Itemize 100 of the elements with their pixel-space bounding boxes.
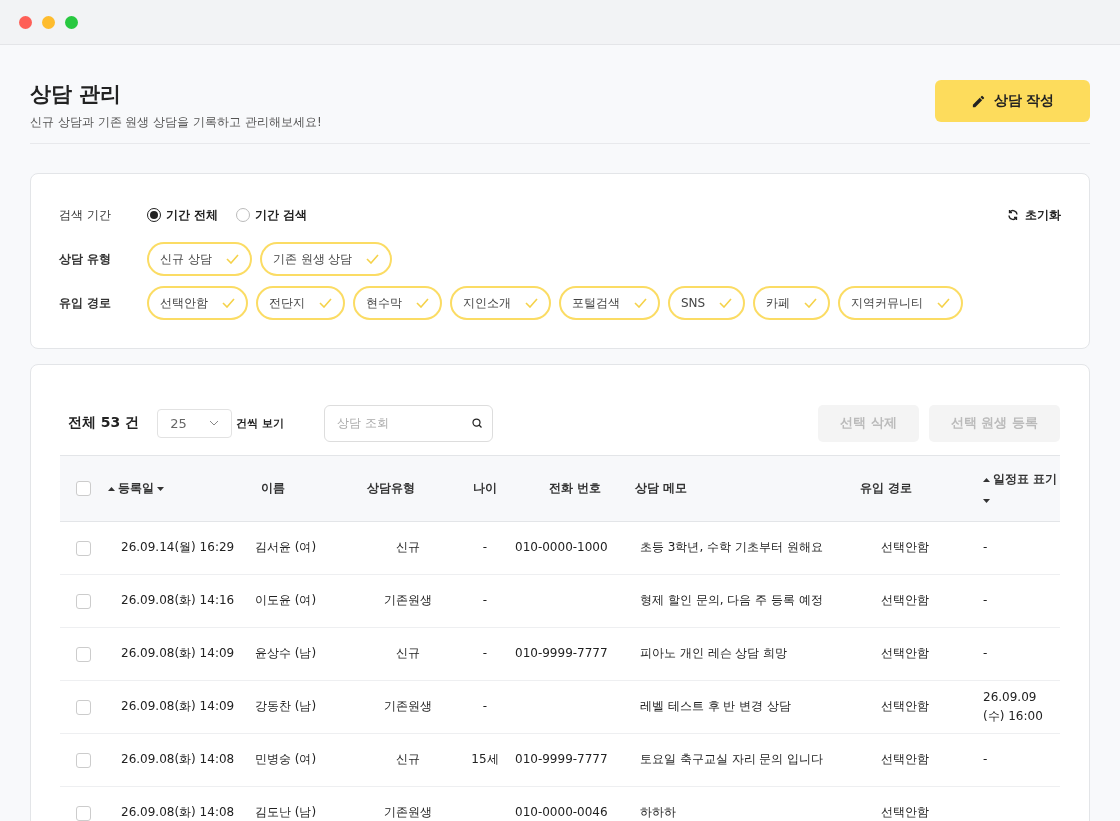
checkbox[interactable] (76, 805, 91, 821)
filter-chip[interactable]: 현수막 (353, 286, 442, 320)
search-field[interactable]: 상담 조회 (324, 404, 494, 442)
minimize-icon[interactable] (42, 15, 55, 29)
table-cell-text: 이도윤 (여) (254, 592, 317, 610)
check-icon (222, 298, 235, 308)
table-cell-text: - (482, 592, 488, 610)
filter-chip[interactable]: 전단지 (256, 286, 345, 320)
table-cell-text: 선택안함 (881, 645, 929, 663)
filter-chip[interactable]: 기존 원생 상담 (259, 242, 393, 276)
filter-label: 유입 경로 (59, 294, 113, 312)
table-cell-text: 기존원생 (383, 804, 432, 821)
table-cell-text: 010-0000-1000 (515, 539, 608, 557)
table-cell-text: 기존원생 (383, 698, 432, 716)
table-cell-text: 민병숭 (여) (254, 751, 317, 769)
radio-option[interactable]: 기간 전체 (147, 206, 219, 224)
check-icon (634, 298, 647, 308)
radio-label: 기간 검색 (255, 206, 308, 224)
check-icon (804, 298, 818, 308)
check-icon (225, 254, 239, 264)
sort-up-icon[interactable] (108, 486, 115, 491)
refresh-icon (1007, 209, 1019, 221)
table-cell-text: 26.09.08(화) 14:08 (120, 804, 235, 821)
column-header[interactable]: 일정표 표기 (993, 471, 1058, 488)
table-cell-text: - (982, 592, 988, 610)
check-icon (937, 298, 951, 308)
sort-down-icon[interactable] (983, 499, 990, 503)
table-cell-text: 기존원생 (383, 592, 432, 610)
filter-label: 검색 기간 (59, 206, 112, 224)
close-icon[interactable] (19, 15, 32, 29)
checkbox[interactable] (76, 646, 91, 662)
table-cell-text: 토요일 축구교실 자리 문의 입니다 (639, 751, 824, 769)
radio-option[interactable]: 기간 검색 (236, 206, 308, 224)
table-cell-text: 010-0000-0046 (515, 804, 608, 821)
filter-label: 상담 유형 (59, 250, 113, 268)
filter-chip[interactable]: 카페 (753, 286, 831, 320)
chevron-down-icon (209, 420, 220, 426)
sort-up-icon[interactable] (983, 477, 990, 482)
pencil-icon (970, 93, 986, 109)
radio-label: 기간 전체 (166, 206, 219, 224)
table-cell-text: - (982, 539, 988, 557)
table-cell-text: - (982, 751, 988, 769)
table-cell-text: 김도난 (남) (254, 804, 317, 821)
page-size-select[interactable]: 25 (157, 408, 233, 438)
maximize-icon[interactable] (65, 15, 78, 29)
total-count: 전체 53 건 (68, 414, 140, 432)
table-cell-text: - (482, 698, 488, 716)
table-cell-text: 선택안함 (881, 698, 929, 716)
column-header: 전화 번호 (548, 480, 602, 497)
filter-chip[interactable]: 지인소개 (450, 286, 551, 320)
table-cell-text: 26.09.08(화) 14:08 (120, 751, 235, 769)
table-cell-text: 형제 할인 문의, 다음 주 등록 예정 (639, 592, 823, 610)
checkbox[interactable] (76, 540, 91, 556)
sort-down-icon[interactable] (157, 486, 164, 491)
checkbox[interactable] (76, 593, 91, 609)
reset-button[interactable]: 초기화 (1007, 206, 1061, 224)
table-cell-text: 선택안함 (881, 751, 929, 769)
table-cell-text: 초등 3학년, 수학 기초부터 원해요 (639, 539, 823, 557)
table-cell-text: - (982, 645, 988, 663)
check-icon (525, 298, 538, 308)
column-header: 유입 경로 (859, 480, 913, 497)
table-cell-text: 윤상수 (남) (254, 645, 317, 663)
table-cell-text: 신규 (395, 539, 420, 557)
search-icon (471, 416, 484, 429)
checkbox[interactable] (76, 752, 91, 768)
filter-chip[interactable]: 지역커뮤니티 (838, 286, 964, 320)
table-cell-text: 강동찬 (남) (254, 698, 317, 716)
table-cell-text: 김서윤 (여) (254, 539, 317, 557)
table-cell-text: 26.09.08(화) 14:09 (120, 698, 235, 716)
column-header: 상담유형 (366, 480, 415, 497)
table-cell-text: 피아노 개인 레슨 상담 희망 (639, 645, 788, 663)
checkbox[interactable] (76, 481, 91, 496)
table-cell-text: - (482, 539, 488, 557)
page-subtitle: 신규 상담과 기존 원생 상담을 기록하고 관리해보세요! (30, 114, 322, 131)
table-cell-text: 26.09.14(월) 16:29 (120, 539, 235, 557)
table-cell-text: 신규 (395, 751, 420, 769)
table-cell-text: - (482, 645, 488, 663)
check-icon (719, 298, 733, 308)
table-cell-text: 신규 (395, 645, 420, 663)
table-cell-text: 26.09.08(화) 14:16 (120, 592, 235, 610)
table-cell-text: 010-9999-7777 (515, 645, 608, 663)
table-cell-text: 선택안함 (881, 592, 929, 610)
table-cell-text: 선택안함 (881, 804, 929, 821)
check-icon (416, 298, 429, 308)
check-icon (366, 254, 380, 264)
filter-chip[interactable]: 포털검색 (559, 286, 660, 320)
column-header: 나이 (473, 480, 497, 497)
table-cell-text: 26.09.08(화) 14:09 (120, 645, 235, 663)
table-cell-text: 26.09.09 (수) 16:00 (982, 688, 1044, 725)
check-icon (319, 298, 332, 308)
column-header[interactable]: 등록일 (118, 480, 154, 497)
table-cell-text: 15세 (471, 751, 499, 769)
filter-chip[interactable]: 선택안함 (147, 286, 248, 320)
filter-chip[interactable]: SNS (668, 286, 746, 320)
checkbox[interactable] (76, 699, 91, 715)
column-header: 상담 메모 (635, 480, 688, 497)
table-cell-text: 레벨 테스트 후 반 변경 상담 (639, 698, 792, 716)
table-cell-text: 010-9999-7777 (515, 751, 608, 769)
filter-chip[interactable]: 신규 상담 (147, 242, 252, 276)
write-button[interactable]: 상담 작성 (935, 80, 1090, 122)
